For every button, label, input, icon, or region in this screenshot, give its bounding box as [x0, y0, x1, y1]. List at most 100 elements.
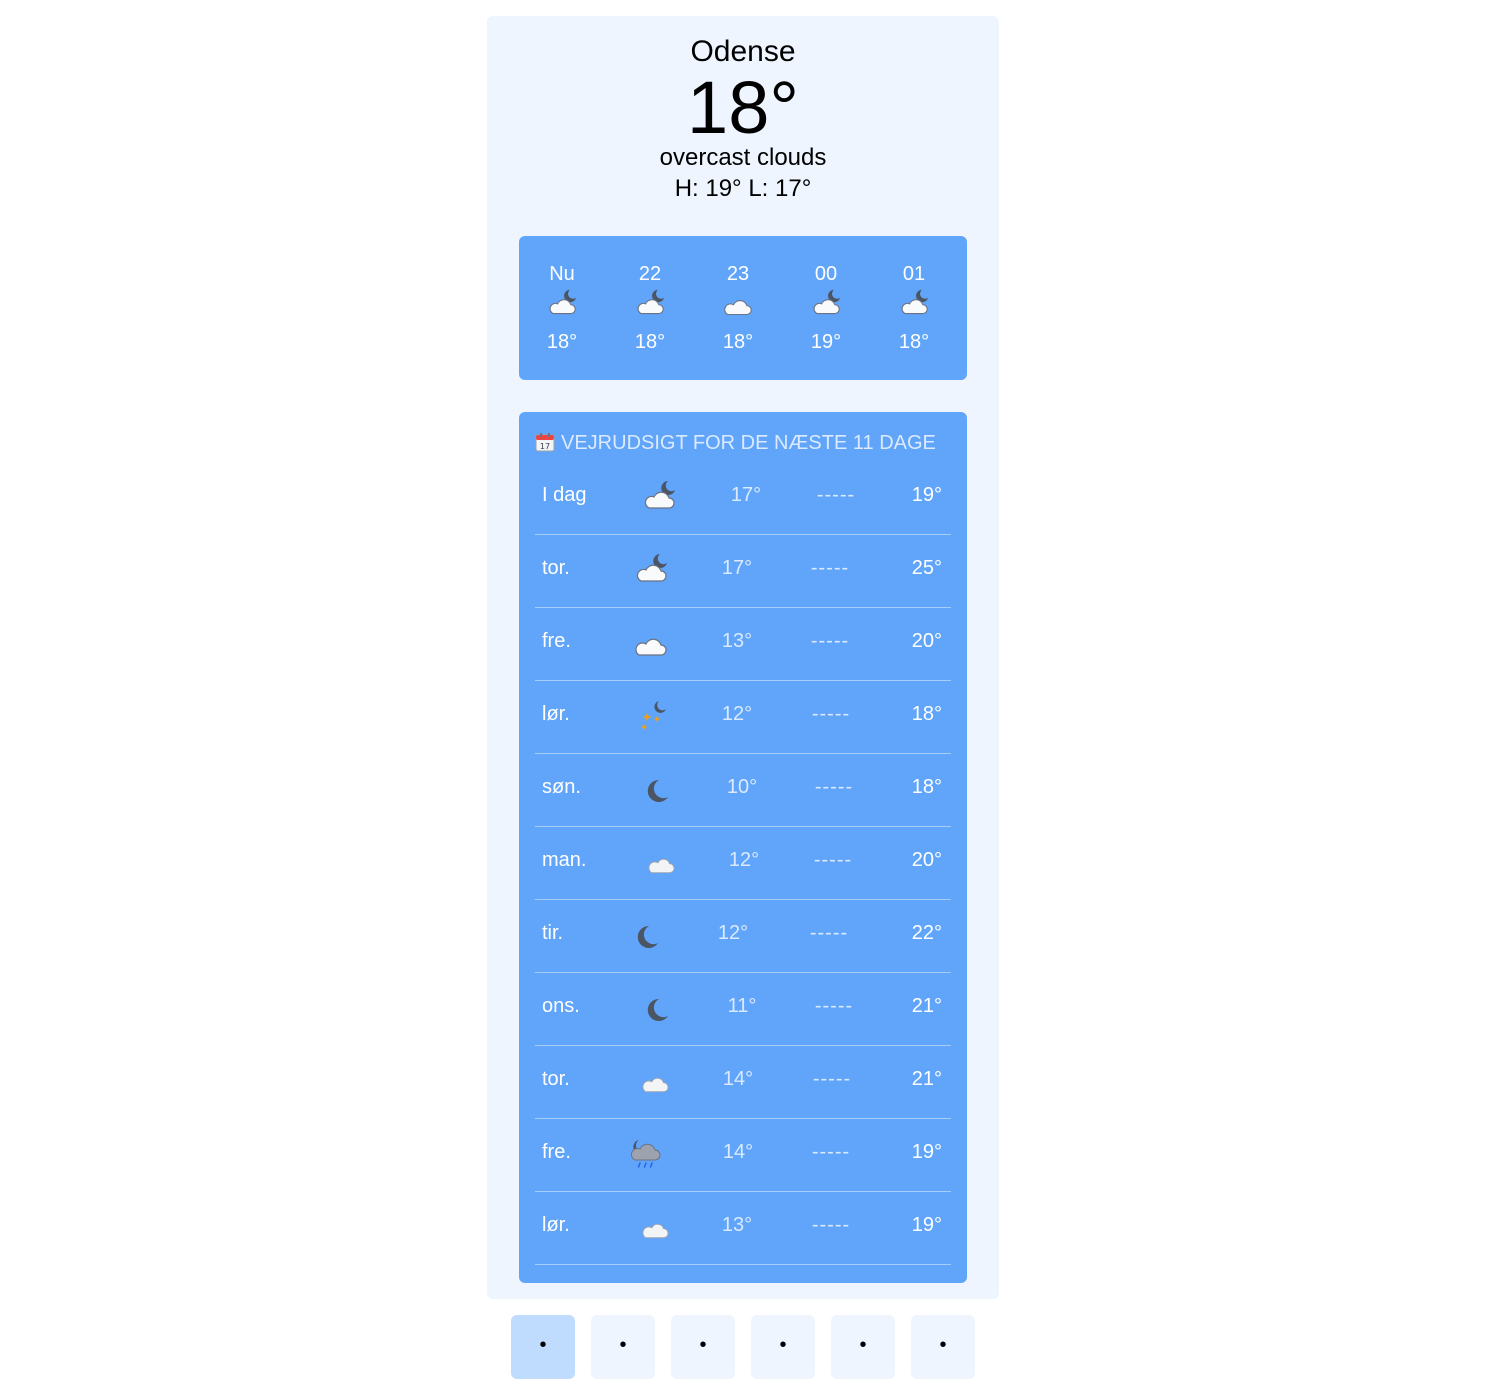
daily-day: tor.	[542, 1068, 570, 1090]
daily-low: 14°	[722, 1141, 754, 1163]
daily-range-bar: -----	[810, 630, 850, 652]
daily-range-bar: -----	[813, 849, 853, 871]
cloud-moon-icon	[634, 288, 666, 318]
daily-row: lør. 13° ----- 19°	[535, 1192, 951, 1265]
current-temperature: 18°	[687, 66, 799, 149]
daily-low: 13°	[721, 1214, 753, 1236]
hourly-item: 22 18°	[606, 236, 694, 380]
daily-low: 11°	[727, 995, 757, 1017]
daily-forecast-title: 17 VEJRUDSIGT FOR DE NÆSTE 11 DAGE	[535, 430, 936, 456]
daily-day: søn.	[542, 776, 581, 798]
svg-text:17: 17	[540, 442, 550, 451]
daily-forecast-title-text: VEJRUDSIGT FOR DE NÆSTE 11 DAGE	[561, 432, 936, 454]
daily-low: 13°	[721, 630, 753, 652]
page-dot-button[interactable]: •	[911, 1315, 975, 1379]
daily-range-bar: -----	[811, 1141, 851, 1163]
daily-high: 22°	[911, 922, 942, 944]
page-dot-button[interactable]: •	[511, 1315, 575, 1379]
hourly-time: 23	[726, 263, 750, 285]
cloud-icon	[633, 625, 669, 659]
page-dot-button[interactable]: •	[671, 1315, 735, 1379]
hourly-temperature: 18°	[634, 331, 666, 353]
daily-high: 19°	[911, 484, 942, 506]
page-dot-button[interactable]: •	[831, 1315, 895, 1379]
daily-day: fre.	[542, 630, 571, 652]
daily-row: man. 12° ----- 20°	[535, 827, 951, 900]
daily-range-bar: -----	[810, 557, 850, 579]
daily-high: 21°	[911, 995, 942, 1017]
moon-icon	[637, 771, 673, 805]
daily-day: fre.	[542, 1141, 571, 1163]
daily-row: lør. 12° ----- 18°	[535, 681, 951, 754]
daily-high: 18°	[911, 703, 942, 725]
daily-row: ons. 11° ----- 21°	[535, 973, 951, 1046]
hourly-time: Nu	[549, 263, 575, 285]
daily-day: I dag	[542, 484, 587, 506]
hourly-temperature: 18°	[722, 331, 754, 353]
hourly-time: 01	[902, 263, 926, 285]
moon-cloud-icon	[633, 1063, 669, 1097]
cloud-moon-icon	[810, 288, 842, 318]
daily-row: tor. 14° ----- 21°	[535, 1046, 951, 1119]
daily-low: 14°	[722, 1068, 754, 1090]
page-dot-button[interactable]: •	[751, 1315, 815, 1379]
daily-row: fre. 14° ----- 19°	[535, 1119, 951, 1192]
hourly-time: 22	[638, 263, 662, 285]
hourly-item: 23 18°	[694, 236, 782, 380]
rain-cloud-icon	[627, 1136, 663, 1170]
stars-moon-icon	[635, 698, 671, 732]
hourly-time: 00	[814, 263, 838, 285]
daily-range-bar: -----	[814, 776, 854, 798]
hourly-temperature: 18°	[898, 331, 930, 353]
cloud-moon-icon	[633, 552, 669, 586]
daily-range-bar: -----	[809, 922, 849, 944]
hourly-item: Nu 18°	[518, 236, 606, 380]
daily-range-bar: -----	[816, 484, 856, 506]
daily-forecast-list: I dag 17° ----- 19° tor. 17° ----- 25° fre. 13° --…	[535, 462, 951, 1265]
cloud-moon-icon	[641, 479, 677, 513]
daily-row: tir. 12° ----- 22°	[535, 900, 951, 973]
cloud-icon	[722, 288, 754, 318]
daily-range-bar: -----	[811, 703, 851, 725]
daily-day: lør.	[542, 1214, 570, 1236]
daily-low: 17°	[721, 557, 753, 579]
daily-day: tor.	[542, 557, 570, 579]
calendar-icon: 17	[535, 432, 555, 452]
daily-high: 19°	[911, 1141, 942, 1163]
daily-forecast: 17 VEJRUDSIGT FOR DE NÆSTE 11 DAGE I dag…	[519, 412, 967, 1283]
daily-high: 20°	[911, 849, 942, 871]
hourly-temperature: 18°	[546, 331, 578, 353]
daily-high: 25°	[911, 557, 942, 579]
hourly-forecast: Nu 18° 22 18° 23 18° 00 19° 01 18°	[519, 236, 967, 380]
moon-icon	[637, 990, 673, 1024]
daily-high: 20°	[911, 630, 942, 652]
high-low: H: 19° L: 17°	[674, 175, 812, 202]
daily-range-bar: -----	[811, 1214, 851, 1236]
daily-range-bar: -----	[814, 995, 854, 1017]
daily-range-bar: -----	[812, 1068, 852, 1090]
weather-description: overcast clouds	[659, 144, 827, 171]
page-dot-button[interactable]: •	[591, 1315, 655, 1379]
daily-low: 12°	[728, 849, 760, 871]
moon-icon	[627, 917, 663, 951]
moon-cloud-icon	[639, 844, 675, 878]
daily-row: søn. 10° ----- 18°	[535, 754, 951, 827]
page-indicator: • • • • • •	[511, 1315, 981, 1379]
daily-low: 17°	[730, 484, 762, 506]
cloud-moon-icon	[898, 288, 930, 318]
cloud-moon-icon	[546, 288, 578, 318]
daily-row: I dag 17° ----- 19°	[535, 462, 951, 535]
weather-card: Odense 18° overcast clouds H: 19° L: 17°…	[487, 16, 999, 1299]
moon-cloud-icon	[633, 1209, 669, 1243]
daily-day: ons.	[542, 995, 580, 1017]
daily-high: 19°	[911, 1214, 942, 1236]
daily-day: lør.	[542, 703, 570, 725]
daily-day: man.	[542, 849, 587, 871]
daily-low: 12°	[721, 703, 753, 725]
daily-row: tor. 17° ----- 25°	[535, 535, 951, 608]
daily-day: tir.	[542, 922, 564, 944]
daily-high: 18°	[911, 776, 942, 798]
daily-low: 12°	[717, 922, 749, 944]
daily-high: 21°	[911, 1068, 942, 1090]
city-name: Odense	[690, 35, 796, 68]
